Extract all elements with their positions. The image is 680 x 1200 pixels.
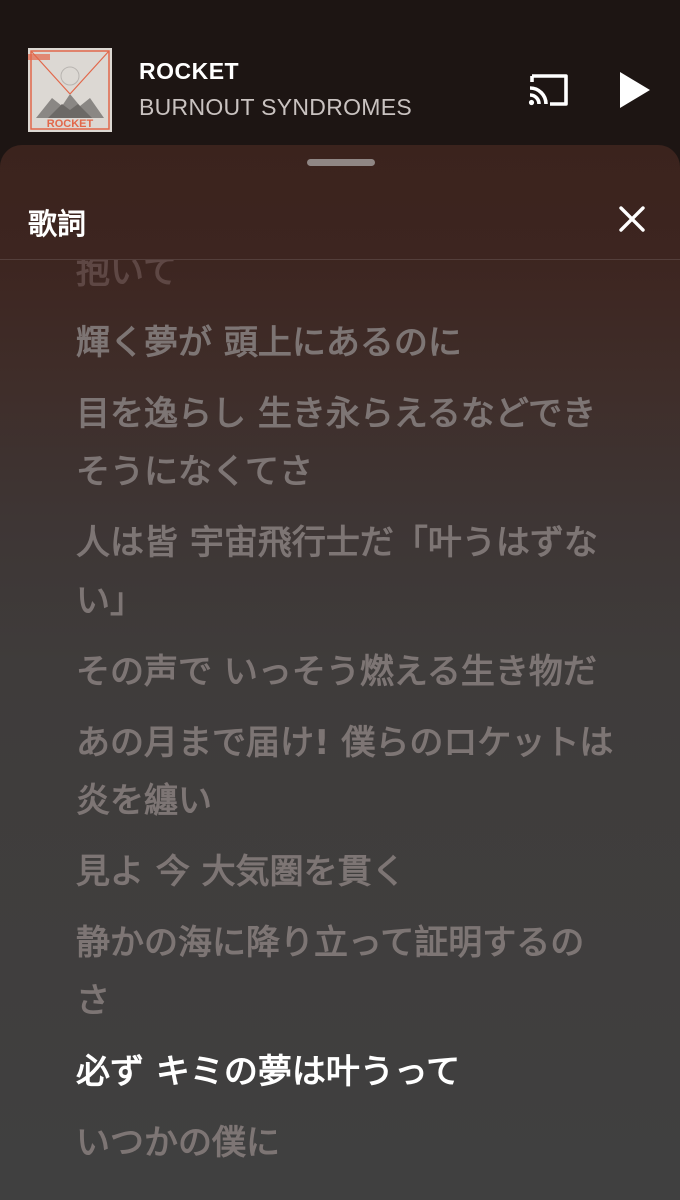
lyric-line[interactable]: 抱いて [76, 260, 616, 301]
lyrics-list: 抱いて 輝く夢が 頭上にあるのに 目を逸らし 生き永らえるなどできそうになくてさ… [76, 260, 616, 1185]
lyric-line[interactable]: いつかの僕に [76, 1114, 616, 1172]
mini-player[interactable]: ROCKET ROCKET BURNOUT SYNDROMES [0, 0, 680, 150]
lyric-line[interactable]: 輝く夢が 頭上にあるのに [76, 314, 616, 372]
lyric-line[interactable]: その声で いっそう燃える生き物だ [76, 643, 616, 701]
play-button[interactable] [612, 68, 656, 112]
track-artist: BURNOUT SYNDROMES [139, 94, 413, 120]
lyrics-sheet-title: 歌詞 [28, 207, 87, 241]
drag-handle[interactable] [307, 159, 375, 166]
lyric-line-active[interactable]: 必ず キミの夢は叶うって [76, 1043, 616, 1101]
lyric-line[interactable]: 見よ 今 大気圏を貫く [76, 843, 616, 901]
close-icon [619, 206, 645, 232]
album-art-title: ROCKET [47, 118, 94, 130]
lyric-line[interactable]: 目を逸らし 生き永らえるなどできそうになくてさ [76, 385, 616, 501]
play-icon [620, 72, 650, 108]
track-title: ROCKET [139, 58, 240, 84]
close-button[interactable] [612, 199, 652, 239]
lyric-line[interactable]: あの月まで届け! 僕らのロケットは炎を纏い [76, 714, 616, 830]
app-screen: ROCKET ROCKET BURNOUT SYNDROMES 歌詞 抱いて 輝… [0, 0, 680, 1200]
cast-button[interactable] [524, 68, 572, 112]
cast-icon [528, 74, 568, 106]
lyrics-sheet: 歌詞 抱いて 輝く夢が 頭上にあるのに 目を逸らし 生き永らえるなどできそうにな… [0, 145, 680, 1200]
lyric-line[interactable]: 人は皆 宇宙飛行士だ「叶うはずない」 [76, 514, 616, 630]
lyric-line[interactable]: 静かの海に降り立って証明するのさ [76, 914, 616, 1030]
album-art: ROCKET [28, 48, 112, 132]
album-art-image: ROCKET [28, 48, 112, 132]
lyrics-scroll-area[interactable]: 抱いて 輝く夢が 頭上にあるのに 目を逸らし 生き永らえるなどできそうになくてさ… [0, 260, 680, 1200]
